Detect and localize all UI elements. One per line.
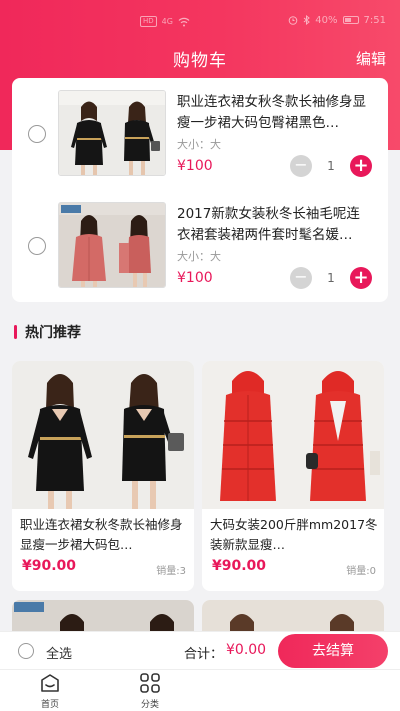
item-select-radio[interactable] [28,125,46,143]
product-title[interactable]: 职业连衣裙女秋冬款长袖修身显瘦一步裙大码包臀裙黑色… [177,92,372,134]
alarm-icon [288,16,298,25]
product-thumbnail[interactable] [58,202,166,288]
page-title: 购物车 [173,51,227,71]
quantity-value: 1 [327,271,335,285]
battery-percent: 40% [315,14,338,26]
product-price: ¥100 [177,270,213,286]
product-spec: 大小：大 [177,138,221,151]
hd-indicator: HD [140,16,157,27]
recommend-price: ¥90.00 [212,558,267,574]
tab-category[interactable]: 分类 [120,672,180,711]
home-icon [41,674,59,692]
cart-item: 2017新款女装秋冬长袖毛呢连衣裙套装裙两件套时髦名媛… 大小：大 ¥100 −… [12,190,388,300]
recommend-card[interactable]: 职业连衣裙女秋冬款长袖修身显瘦一步裙大码包… ¥90.00 销量:3 [12,361,194,591]
checkout-bar: 全选 合计： ¥0.00 去结算 [0,631,400,669]
cart-item: 职业连衣裙女秋冬款长袖修身显瘦一步裙大码包臀裙黑色… 大小：大 ¥100 − 1… [12,78,388,188]
status-right: 40% 7:51 [288,15,386,26]
tab-category-label: 分类 [140,700,159,710]
select-all-radio[interactable] [18,643,34,659]
signal-indicators: HD 4G [140,16,190,27]
quantity-increase-button[interactable]: + [350,155,372,177]
edit-button[interactable]: 编辑 [356,48,386,69]
total-label: 合计： [184,647,224,662]
recommend-product-image [12,361,194,509]
total-value: ¥0.00 [226,642,267,658]
recommend-title: 职业连衣裙女秋冬款长袖修身显瘦一步裙大码包… [20,517,183,552]
product-title[interactable]: 2017新款女装秋冬长袖毛呢连衣裙套装裙两件套时髦名媛… [177,204,372,246]
clock: 7:51 [363,14,386,26]
recommend-title: 大码女装200斤胖mm2017冬装新款显瘦… [210,517,378,552]
select-all-label[interactable]: 全选 [46,643,72,662]
recommend-product-image [202,361,384,509]
checkout-button[interactable]: 去结算 [278,634,388,668]
recommend-sales: 销量:3 [156,566,186,577]
section-heading-text: 热门推荐 [25,325,81,341]
recommend-price: ¥90.00 [22,558,77,574]
section-accent-bar [14,325,17,339]
quantity-decrease-button[interactable]: − [290,267,312,289]
recommend-card[interactable]: 大码女装200斤胖mm2017冬装新款显瘦… ¥90.00 销量:0 [202,361,384,591]
product-spec: 大小：大 [177,250,221,263]
item-select-radio[interactable] [28,237,46,255]
product-price: ¥100 [177,158,213,174]
tab-home[interactable]: 首页 [20,672,80,711]
quantity-increase-button[interactable]: + [350,267,372,289]
status-bar: HD 4G 40% 7:51 [0,0,400,40]
battery-icon [342,16,359,24]
category-icon [140,673,160,693]
quantity-value: 1 [327,159,335,173]
bluetooth-icon [303,15,311,25]
section-heading: 热门推荐 [14,322,81,342]
bottom-tab-bar: 首页 分类 [0,669,400,711]
tab-home-label: 首页 [40,700,59,710]
wifi-icon [178,17,190,26]
product-thumbnail[interactable] [58,90,166,176]
network-indicator: 4G [161,17,173,26]
quantity-decrease-button[interactable]: − [290,155,312,177]
recommend-sales: 销量:0 [346,566,376,577]
cart-list: 职业连衣裙女秋冬款长袖修身显瘦一步裙大码包臀裙黑色… 大小：大 ¥100 − 1… [12,78,388,302]
